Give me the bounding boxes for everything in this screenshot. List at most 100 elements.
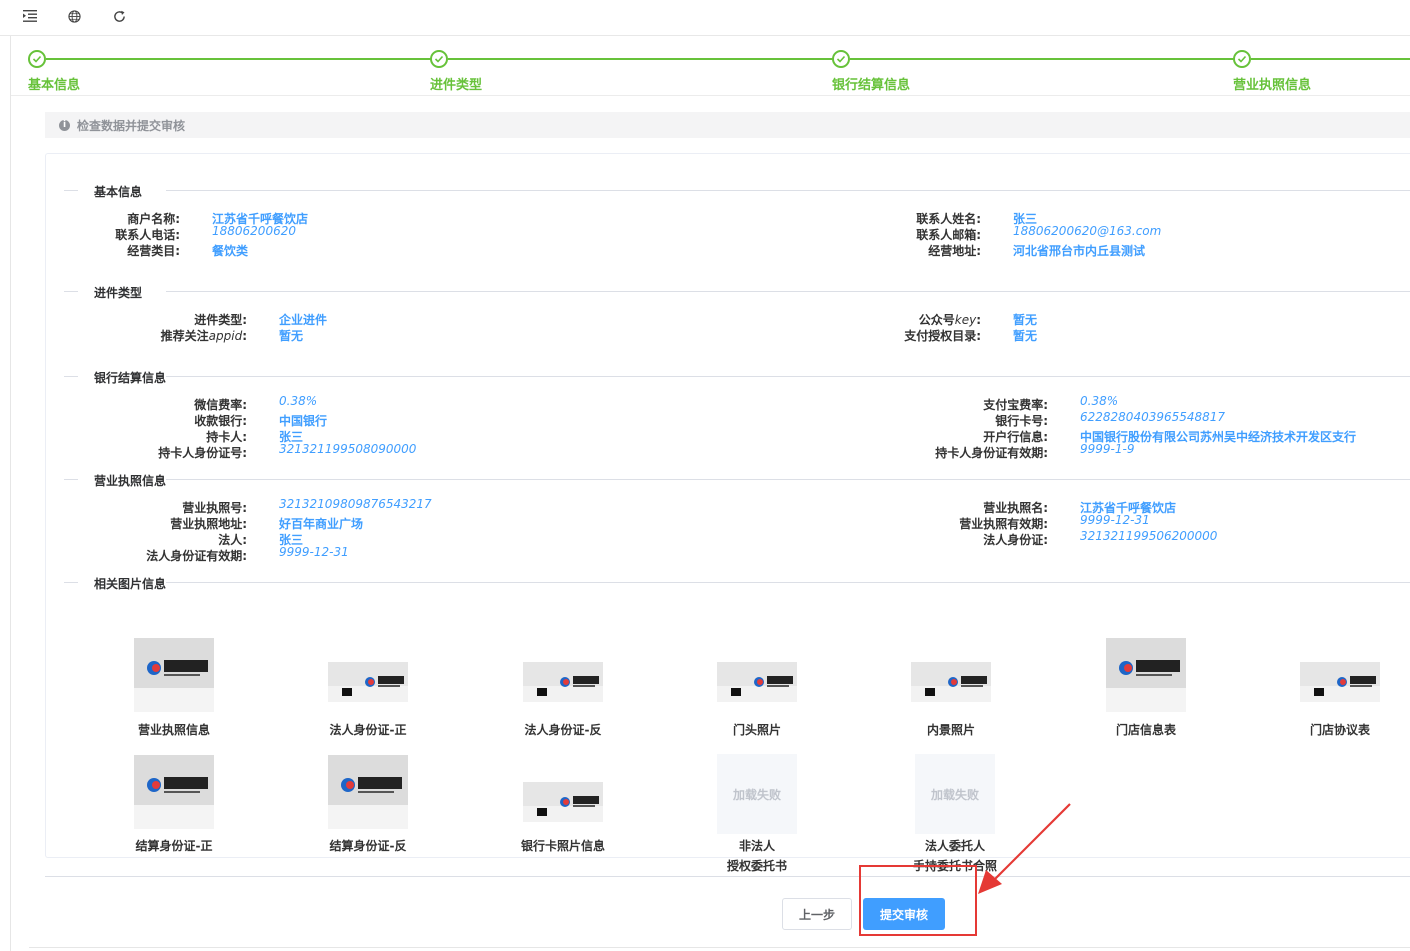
section-bank-info: 银行结算信息 [64, 369, 1410, 386]
image-thumbnail[interactable] [134, 638, 214, 712]
holder-id-value: 321321199508090000 [279, 442, 417, 456]
image-caption: 营业执照信息 [137, 723, 210, 737]
field-label: 法人身份证有效期: [146, 549, 247, 563]
check-icon [832, 50, 850, 68]
step-label: 营业执照信息 [1233, 78, 1312, 93]
step-license-info: 营业执照信息 [1233, 50, 1410, 93]
section-apply-type: 进件类型 [64, 284, 1410, 301]
review-card: 基本信息 商户名称: 江苏省千呼餐饮店 联系人电话: 18806200620 经… [45, 153, 1410, 873]
image-thumbnail[interactable] [523, 764, 603, 838]
field-label: 支付授权目录: [904, 329, 981, 343]
field-label: 法人身份证: [983, 533, 1048, 547]
info-icon: i [59, 119, 70, 131]
footer-divider [45, 876, 1410, 877]
image-caption: 门店信息表 [1115, 723, 1176, 737]
image-load-failed[interactable]: 加载失败 [717, 754, 797, 834]
field-label: 经营类目: [127, 244, 180, 258]
field-label: 银行卡号: [995, 414, 1048, 428]
image-caption: 非法人 授权委托书 [726, 839, 787, 873]
address-value: 河北省邢台市内丘县测试 [1013, 244, 1146, 258]
field-label: 联系人姓名: [916, 212, 981, 226]
bottom-divider [29, 947, 1410, 948]
apply-type-value: 企业进件 [279, 313, 328, 327]
image-thumbnail[interactable] [1106, 638, 1186, 712]
field-label: 持卡人: [206, 430, 247, 444]
field-label: 进件类型: [194, 313, 247, 327]
globe-icon[interactable] [63, 6, 85, 26]
image-caption: 门店协议表 [1309, 723, 1370, 737]
field-label: 公众号key: [918, 313, 981, 327]
image-caption: 法人身份证-正 [329, 723, 407, 737]
step-apply-type: 进件类型 [430, 50, 833, 93]
image-thumbnail[interactable] [911, 644, 991, 718]
field-label: 联系人电话: [115, 228, 180, 242]
wx-rate-value: 0.38% [279, 394, 318, 408]
key-value: 暂无 [1013, 313, 1038, 327]
field-label: 联系人邮箱: [916, 228, 981, 242]
step-label: 基本信息 [28, 78, 81, 93]
image-caption: 银行卡照片信息 [520, 839, 605, 853]
card-no-value: 6228280403965548817 [1080, 410, 1226, 424]
field-label: 法人: [218, 533, 247, 547]
field-label: 持卡人身份证有效期: [935, 446, 1048, 460]
image-thumbnail[interactable] [328, 755, 408, 829]
image-caption: 内景照片 [926, 723, 975, 737]
refresh-icon[interactable] [108, 6, 130, 26]
section-title: 营业执照信息 [94, 472, 175, 489]
annotation-arrow-icon [978, 803, 1071, 894]
section-title: 基本信息 [94, 183, 151, 200]
field-label: 营业执照有效期: [959, 517, 1048, 531]
holder-id-exp-value: 9999-1-9 [1080, 442, 1135, 456]
field-label: 经营地址: [928, 244, 981, 258]
image-thumbnail[interactable] [1300, 644, 1380, 718]
step-label: 银行结算信息 [832, 78, 911, 93]
section-basic-info: 基本信息 [64, 183, 1410, 200]
field-label: 推荐关注appid: [160, 329, 247, 343]
notice-bar: i 检查数据并提交审核 [45, 112, 1410, 138]
field-label: 持卡人身份证号: [158, 446, 247, 460]
field-label: 营业执照地址: [170, 517, 247, 531]
contact-email-value: 18806200620@163.com [1013, 224, 1162, 238]
notice-text: 检查数据并提交审核 [77, 118, 186, 133]
field-label: 商户名称: [127, 212, 180, 226]
ali-rate-value: 0.38% [1080, 394, 1119, 408]
field-label: 收款银行: [194, 414, 247, 428]
image-thumbnail[interactable] [717, 644, 797, 718]
image-thumbnail[interactable] [523, 644, 603, 718]
pay-dir-value: 暂无 [1013, 329, 1038, 343]
section-images: 相关图片信息 [64, 575, 1410, 592]
content-frame: 基本信息 进件类型 银行结算信息 营业执照信息 i 检查数据并提交审核 基本信息… [10, 36, 1410, 951]
field-label: 开户行信息: [983, 430, 1048, 444]
section-title: 进件类型 [94, 284, 151, 301]
field-label: 营业执照号: [182, 501, 247, 515]
category-value: 餐饮类 [212, 244, 249, 258]
legal-id-value: 321321199506200000 [1080, 529, 1218, 543]
step-bank-info: 银行结算信息 [832, 50, 1235, 93]
field-label: 营业执照名: [983, 501, 1048, 515]
legal-id-exp-value: 9999-12-31 [279, 545, 349, 559]
step-label: 进件类型 [430, 78, 483, 93]
prev-step-button[interactable]: 上一步 [782, 898, 852, 930]
highlight-box [859, 865, 977, 936]
image-caption: 门头照片 [732, 723, 781, 737]
appid-value: 暂无 [279, 329, 304, 343]
image-caption: 结算身份证-正 [135, 839, 213, 853]
check-icon [28, 50, 46, 68]
section-license-info: 营业执照信息 [64, 472, 1410, 489]
step-basic-info: 基本信息 [28, 50, 432, 93]
check-icon [430, 50, 448, 68]
license-no-value: 32132109809876543217 [279, 497, 432, 511]
check-icon [1233, 50, 1251, 68]
section-title: 银行结算信息 [94, 369, 175, 386]
image-thumbnail[interactable] [134, 755, 214, 829]
contact-phone-value: 18806200620 [212, 224, 296, 238]
image-thumbnail[interactable] [328, 644, 408, 718]
progress-steps: 基本信息 进件类型 银行结算信息 营业执照信息 [11, 36, 1410, 96]
field-label: 支付宝费率: [983, 398, 1048, 412]
license-addr-value: 好百年商业广场 [279, 517, 364, 531]
field-label: 微信费率: [194, 398, 247, 412]
bank-value: 中国银行 [279, 414, 328, 428]
section-title: 相关图片信息 [94, 575, 175, 592]
menu-fold-icon[interactable] [19, 6, 41, 26]
top-toolbar [0, 0, 1410, 36]
